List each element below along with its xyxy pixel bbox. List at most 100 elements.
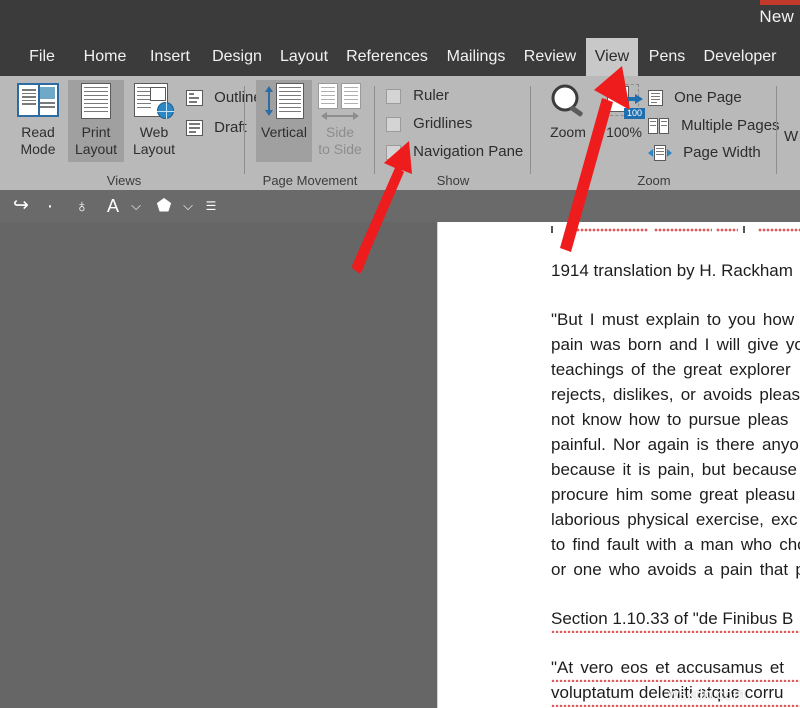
title-text: New — [759, 7, 794, 26]
body-line-6: painful. Nor again is there anyo — [551, 435, 799, 454]
gridlines-checkbox[interactable]: Gridlines — [386, 111, 472, 137]
up-down-arrow-icon — [265, 86, 273, 116]
group-separator-3 — [530, 86, 531, 174]
zoom-button[interactable]: Zoom — [540, 80, 596, 162]
gridlines-checkbox-box[interactable] — [386, 116, 401, 132]
attribution-line: 1914 translation by H. Rackham — [551, 261, 793, 280]
body-line-11: or one who avoids a pain that p — [551, 560, 800, 579]
page-movement-group-title: Page Movement — [262, 173, 358, 188]
outline-icon — [186, 90, 203, 107]
zoom-badge: 100 — [623, 108, 645, 119]
body-line-10: to find fault with a man who cho — [551, 535, 800, 554]
read-mode-label-line2: Mode — [20, 141, 56, 157]
more-commands-icon[interactable]: ☰ — [200, 190, 222, 222]
shape-icon[interactable]: ⬟ — [150, 190, 178, 222]
body-line-4: rejects, dislikes, or avoids pleas — [551, 385, 800, 404]
ribbon-tab-insert[interactable]: Insert — [142, 38, 198, 76]
one-page-button[interactable]: One Page — [648, 85, 742, 110]
zoom-arrow-icon — [624, 94, 643, 104]
page-width-icon — [648, 145, 672, 162]
navigation-pane-label: Navigation Pane — [413, 143, 524, 161]
zoom-100-icon: 100 — [603, 83, 645, 121]
zoom-100-button[interactable]: 100 100% — [596, 80, 652, 162]
window-accent-chip — [760, 0, 800, 5]
section-line: Section 1.10.33 of "de Finibus B — [551, 606, 800, 633]
ribbon-tab-design[interactable]: Design — [206, 38, 268, 76]
ruler-label: Ruler — [413, 87, 450, 105]
ribbon-group-page-movement: Vertical Side to Side Page Movement — [252, 76, 368, 190]
ribbon-tab-developer[interactable]: Developer — [694, 38, 786, 76]
group-separator-4 — [776, 86, 777, 174]
print-layout-icon — [81, 83, 111, 119]
page-width-button[interactable]: Page Width — [648, 140, 761, 165]
read-mode-button[interactable]: Read Mode — [10, 80, 66, 162]
body-line-7: because it is pain, but because — [551, 460, 797, 479]
body-line-5: not know how to pursue pleas — [551, 410, 789, 429]
vertical-label: Vertical — [261, 124, 307, 140]
zoom-group-title: Zoom — [637, 173, 671, 188]
web-layout-button[interactable]: Web Layout — [126, 80, 182, 162]
draft-label: Draft — [214, 119, 247, 137]
page-width-label: Page Width — [683, 144, 761, 161]
text-effects-chevron[interactable]: ⌵ — [126, 190, 146, 222]
group-separator-2 — [374, 86, 375, 174]
side-to-side-label-line2: to Side — [318, 141, 362, 157]
outline-button[interactable]: Outline — [186, 85, 262, 111]
body-line-9: laborious physical exercise, exc — [551, 510, 798, 529]
ribbon-tab-references[interactable]: References — [340, 38, 434, 76]
body-line-2: pain was born and I will give yo — [551, 335, 800, 354]
one-page-label: One Page — [674, 89, 742, 106]
multiple-pages-icon — [648, 118, 670, 135]
vertical-scroll-icon — [262, 83, 306, 119]
ribbon-group-window: W — [784, 76, 800, 190]
document-canvas[interactable]: 1914 translation by H. Rackham "But I mus… — [0, 222, 800, 708]
ruler-checkbox[interactable]: Ruler — [386, 83, 449, 109]
print-layout-label-line2: Layout — [74, 141, 118, 157]
gridlines-label: Gridlines — [413, 115, 473, 133]
ribbon-tab-pens[interactable]: Pens — [644, 38, 690, 76]
left-right-arrow-icon — [321, 112, 359, 120]
web-layout-label-line2: Layout — [132, 141, 176, 157]
multiple-pages-button[interactable]: Multiple Pages — [648, 113, 780, 138]
site-watermark: wsxdn.com — [668, 686, 746, 703]
clipped-top-line — [438, 222, 800, 236]
magnifier-icon — [546, 83, 590, 126]
multiple-pages-label: Multiple Pages — [681, 117, 780, 134]
body-line-8: procure him some great pleasu — [551, 485, 796, 504]
views-group-title: Views — [106, 173, 142, 188]
web-layout-label-line1: Web — [139, 124, 169, 140]
ribbon-group-zoom: Zoom 100 100% One Page Multiple Pages Pa… — [538, 76, 780, 190]
read-mode-label-line1: Read — [21, 124, 55, 140]
title-bar: New — [0, 0, 800, 38]
ribbon-tab-layout[interactable]: Layout — [276, 38, 332, 76]
body-line-3: teachings of the great explorer — [551, 360, 791, 379]
side-to-side-label-line1: Side — [325, 124, 355, 140]
document-page[interactable]: 1914 translation by H. Rackham "But I mus… — [437, 222, 800, 708]
print-layout-button[interactable]: Print Layout — [68, 80, 124, 162]
ribbon-tab-file[interactable]: File — [18, 38, 66, 76]
language-icon[interactable]: ♁ — [68, 190, 96, 222]
redo-icon[interactable]: ↪ — [4, 190, 38, 222]
vertical-button[interactable]: Vertical — [256, 80, 312, 162]
ribbon-tab-home[interactable]: Home — [76, 38, 134, 76]
group-separator-1 — [244, 86, 245, 174]
text-effects-icon[interactable]: A — [100, 190, 126, 222]
read-mode-icon — [17, 83, 59, 117]
ribbon-tab-view[interactable]: View — [586, 38, 638, 76]
one-page-icon — [648, 90, 663, 107]
draft-button[interactable]: Draft — [186, 115, 247, 141]
web-layout-icon — [134, 83, 174, 119]
ribbon-group-views: Read Mode Print Layout Web Layout Outlin… — [8, 76, 262, 190]
zoom-100-label: 100% — [606, 124, 642, 140]
latin-line-1: "At vero eos et accusamus et — [551, 655, 800, 682]
ruler-checkbox-box[interactable] — [386, 88, 401, 104]
navigation-pane-checkbox-box[interactable] — [386, 144, 401, 160]
ribbon-tab-mailings[interactable]: Mailings — [440, 38, 512, 76]
side-to-side-button[interactable]: Side to Side — [312, 80, 368, 162]
ribbon-tab-strip: File Home Insert Design Layout References Mail… — [0, 38, 800, 76]
ribbon-tab-review[interactable]: Review — [518, 38, 582, 76]
dot-separator[interactable]: · — [40, 190, 60, 222]
navigation-pane-checkbox[interactable]: Navigation Pane — [386, 139, 523, 165]
side-to-side-icon — [317, 83, 363, 123]
shape-chevron[interactable]: ⌵ — [178, 190, 198, 222]
